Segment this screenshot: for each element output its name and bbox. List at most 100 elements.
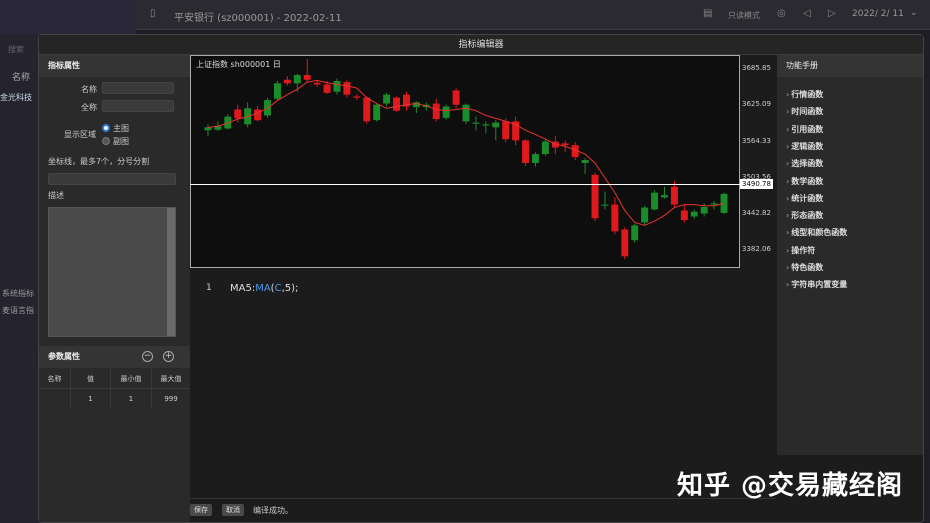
chevron-right-icon: ›: [786, 176, 790, 186]
candle-body: [482, 124, 490, 126]
cancel-button[interactable]: 取消: [222, 504, 244, 516]
code-editor[interactable]: 1 MA5:MA(C,5);: [190, 268, 776, 498]
manual-item-label: 线型和颜色函数: [791, 228, 848, 238]
code-prefix: MA5:: [230, 283, 256, 294]
fullname-input[interactable]: [102, 100, 174, 112]
manual-item-label: 特色函数: [791, 263, 824, 272]
manual-item-label: 形态函数: [791, 211, 824, 221]
manual-item[interactable]: › 字符串内置变量: [786, 279, 847, 290]
name-input[interactable]: [102, 82, 174, 94]
chevron-right-icon: ›: [786, 159, 790, 169]
main-chart-label: 主图: [113, 124, 129, 133]
candle-body: [204, 127, 212, 131]
table-row[interactable]: 1 1 999: [39, 389, 190, 409]
radio-sub-chart[interactable]: [102, 137, 110, 145]
document-icon[interactable]: ▤: [703, 8, 712, 19]
readonly-mode-label[interactable]: 只读模式: [728, 10, 760, 21]
candle-body: [700, 206, 708, 214]
manual-item-label: 字符串内置变量: [791, 280, 848, 290]
param-value-cell[interactable]: 1: [71, 389, 111, 409]
chevron-down-icon[interactable]: ⌄: [910, 8, 918, 18]
manual-item[interactable]: › 统计函数: [786, 193, 823, 204]
param-min-cell[interactable]: 1: [111, 389, 152, 409]
code-line[interactable]: MA5:MA(C,5);: [230, 283, 298, 294]
candle-body: [432, 103, 440, 120]
candle-body: [442, 106, 450, 118]
manual-item-label: 逻辑函数: [791, 141, 824, 151]
price-tick-label: 3382.06: [742, 244, 771, 253]
price-tick-label: 3625.09: [742, 100, 771, 109]
manual-item[interactable]: › 引用函数: [786, 124, 823, 135]
background-system-indicators[interactable]: 系统指标: [2, 288, 34, 299]
candle-body: [641, 207, 649, 223]
prev-arrow-icon[interactable]: ◁: [803, 8, 811, 19]
candle-body: [591, 174, 599, 219]
params-header-label: 参数属性: [48, 352, 80, 361]
manual-item[interactable]: › 行情函数: [786, 89, 823, 100]
sidebar-toggle-icon[interactable]: ▯: [150, 8, 156, 19]
axis-lines-label: 坐标线，最多7个，分号分割: [48, 157, 150, 166]
fullname-label: 全称: [81, 103, 97, 112]
manual-item[interactable]: › 操作符: [786, 245, 815, 256]
chevron-right-icon: ›: [786, 245, 790, 255]
candle-body: [621, 229, 629, 257]
manual-item[interactable]: › 特色函数: [786, 262, 823, 273]
candle-body: [273, 83, 281, 99]
manual-item-label: 行情函数: [791, 90, 824, 99]
candle-body: [283, 79, 291, 84]
col-name: 名称: [39, 369, 71, 389]
candle-body: [492, 122, 500, 128]
line-number: 1: [206, 283, 212, 293]
candle-body: [363, 97, 371, 122]
manual-item[interactable]: › 数学函数: [786, 176, 823, 187]
col-max: 最大值: [160, 375, 182, 383]
name-label: 名称: [81, 85, 97, 94]
chevron-right-icon: ›: [786, 141, 790, 151]
chevron-right-icon: ›: [786, 211, 790, 221]
description-scrollbar[interactable]: [167, 208, 175, 336]
param-max-cell[interactable]: 999: [152, 389, 190, 409]
save-button[interactable]: 保存: [190, 504, 212, 516]
description-textarea[interactable]: [48, 207, 176, 337]
manual-item[interactable]: › 形态函数: [786, 210, 823, 221]
params-table-header: 名称 值 最小值 最大值: [39, 369, 190, 389]
date-picker[interactable]: 2022/ 2/ 11: [852, 9, 904, 19]
manual-item[interactable]: › 线型和颜色函数: [786, 227, 847, 238]
background-list-row[interactable]: 金光科技: [0, 92, 38, 103]
candle-body: [670, 186, 678, 205]
price-tick-label: 3685.85: [742, 64, 771, 73]
candle-body: [333, 80, 341, 92]
attributes-panel: 指标属性 名称 全称 显示区域 主图 副图 坐标线，最多7个，分号分割 描述 参…: [39, 55, 190, 522]
radio-main-chart[interactable]: [102, 124, 110, 132]
chevron-right-icon: ›: [786, 193, 790, 203]
manual-item-label: 选择函数: [791, 159, 824, 169]
candle-body: [651, 192, 659, 210]
settings-icon[interactable]: ◎: [777, 8, 786, 19]
candle-body: [502, 121, 510, 140]
candle-body: [293, 75, 301, 84]
price-axis: 3685.85 3625.09 3564.33 3503.56 3442.82 3382.…: [190, 54, 776, 267]
background-mai-language[interactable]: 麦语言指: [2, 305, 34, 316]
candle-body: [343, 82, 351, 95]
background-search[interactable]: 搜索: [8, 44, 24, 55]
axis-lines-input[interactable]: [48, 173, 176, 185]
remove-param-button[interactable]: −: [142, 351, 153, 362]
price-tick-label: 3564.33: [742, 136, 771, 145]
manual-item[interactable]: › 时间函数: [786, 106, 823, 117]
add-param-button[interactable]: +: [163, 351, 174, 362]
manual-item[interactable]: › 选择函数: [786, 158, 823, 169]
dialog-title: 指标编辑器: [39, 35, 923, 55]
next-arrow-icon[interactable]: ▷: [828, 8, 836, 19]
code-function: MA: [255, 283, 271, 294]
manual-item[interactable]: › 逻辑函数: [786, 141, 823, 152]
chevron-right-icon: ›: [786, 107, 790, 117]
candle-body: [661, 195, 668, 198]
manual-item-label: 引用函数: [791, 124, 824, 134]
chevron-right-icon: ›: [786, 280, 790, 290]
candle-body: [393, 97, 401, 111]
param-name-cell[interactable]: [39, 389, 71, 409]
code-rest: ,5);: [281, 283, 299, 294]
col-min: 最小值: [111, 369, 152, 389]
candle-body: [561, 143, 569, 146]
candle-body: [690, 211, 698, 217]
